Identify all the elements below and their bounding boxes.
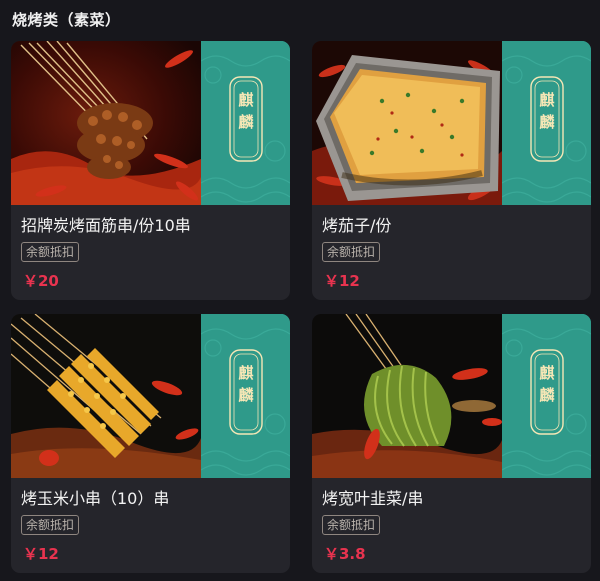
grilled-eggplant-photo	[312, 41, 502, 205]
balance-deduct-badge: 余额抵扣	[21, 515, 80, 535]
balance-deduct-badge: 余额抵扣	[322, 515, 381, 535]
brand-banner: 麒 麟	[201, 41, 290, 205]
product-name[interactable]: 烤玉米小串（10）串	[21, 485, 283, 509]
corn-skewers-photo	[11, 314, 201, 478]
product-price: ￥12	[324, 272, 360, 290]
product-card[interactable]: 麒 麟 烤玉米小串（10）串 余额抵扣 ￥12	[11, 314, 290, 573]
brand-logo-text: 麒 麟	[539, 91, 555, 131]
product-price: ￥20	[23, 272, 59, 290]
product-name[interactable]: 烤茄子/份	[322, 212, 584, 236]
balance-deduct-badge: 余额抵扣	[21, 242, 80, 262]
section-title: 烧烤类（素菜）	[12, 11, 121, 29]
product-card[interactable]: 麒 麟 烤宽叶韭菜/串 余额抵扣 ￥3.8	[312, 314, 591, 573]
brand-logo-text: 麒 麟	[238, 91, 254, 131]
product-image[interactable]: 麒 麟	[11, 41, 290, 205]
grilled-gluten-skewers-photo	[11, 41, 201, 205]
brand-banner: 麒 麟	[502, 314, 591, 478]
product-card[interactable]: 麒 麟 招牌炭烤面筋串/份10串 余额抵扣 ￥20	[11, 41, 290, 300]
brand-banner: 麒 麟	[201, 314, 290, 478]
product-name[interactable]: 招牌炭烤面筋串/份10串	[21, 212, 283, 236]
product-image[interactable]: 麒 麟	[312, 314, 591, 478]
balance-deduct-badge: 余额抵扣	[322, 242, 381, 262]
chive-skewers-photo	[312, 314, 502, 478]
product-card[interactable]: 麒 麟 烤茄子/份 余额抵扣 ￥12	[312, 41, 591, 300]
product-image[interactable]: 麒 麟	[312, 41, 591, 205]
brand-logo-text: 麒 麟	[539, 364, 555, 404]
product-price: ￥3.8	[324, 545, 366, 563]
product-name[interactable]: 烤宽叶韭菜/串	[322, 485, 584, 509]
product-price: ￥12	[23, 545, 59, 563]
product-image[interactable]: 麒 麟	[11, 314, 290, 478]
brand-logo-text: 麒 麟	[238, 364, 254, 404]
brand-banner: 麒 麟	[502, 41, 591, 205]
